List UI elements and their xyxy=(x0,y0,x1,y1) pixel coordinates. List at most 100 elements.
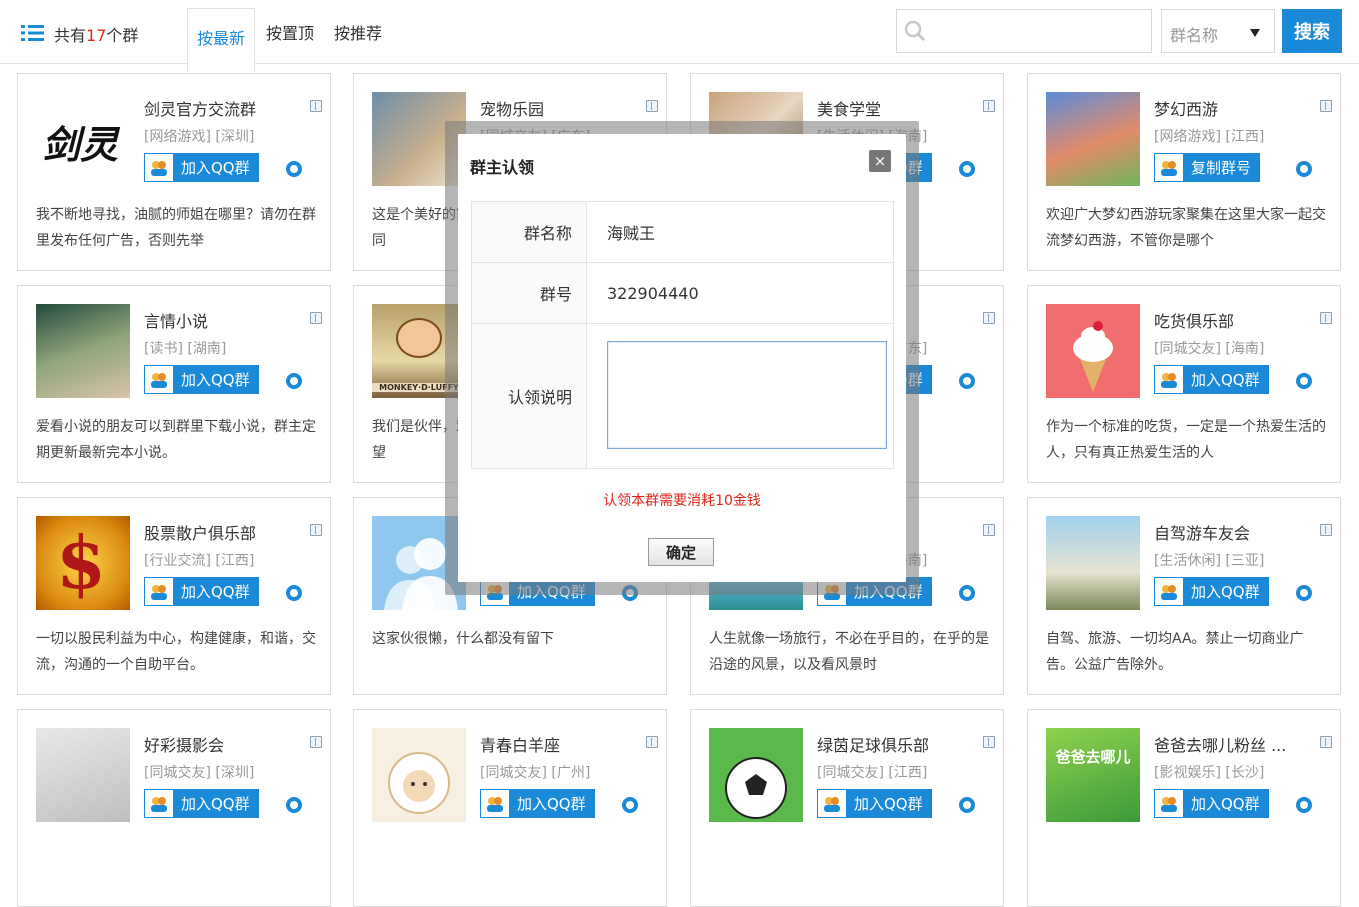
group-thumbnail[interactable] xyxy=(1046,516,1140,610)
info-icon[interactable] xyxy=(983,100,995,112)
group-card: 吃货俱乐部 [同城交友] [海南] 加入QQ群 作为一个标准的吃货，一定是一个热… xyxy=(1027,285,1341,483)
group-thumbnail[interactable] xyxy=(1046,304,1140,398)
favorite-icon[interactable] xyxy=(1296,585,1312,601)
group-card: 绿茵足球俱乐部 [同城交友] [江西] 加入QQ群 xyxy=(690,709,1004,907)
group-name[interactable]: 梦幻西游 xyxy=(1154,96,1218,120)
group-thumbnail[interactable] xyxy=(709,728,803,822)
search-field-select[interactable]: 群名称 xyxy=(1161,9,1275,53)
join-group-button[interactable]: 加入QQ群 xyxy=(144,789,259,818)
favorite-icon[interactable] xyxy=(286,797,302,813)
group-number-value: 322904440 xyxy=(586,262,894,324)
group-card: 爸爸去哪儿 爸爸去哪儿粉丝 ... [影视娱乐] [长沙] 加入QQ群 xyxy=(1027,709,1341,907)
info-icon[interactable] xyxy=(983,312,995,324)
search-button[interactable]: 搜索 xyxy=(1282,9,1342,53)
search-input[interactable] xyxy=(933,14,1143,48)
favorite-icon[interactable] xyxy=(286,585,302,601)
sort-tabs: 按最新 按置顶 按推荐 xyxy=(187,0,391,73)
group-thumbnail[interactable] xyxy=(372,728,466,822)
claim-group-dialog: 群主认领 × 群名称 海贼王 群号 322904440 认领说明 认领本群需要消… xyxy=(458,134,906,582)
group-name[interactable]: 绿茵足球俱乐部 xyxy=(817,732,929,756)
info-icon[interactable] xyxy=(310,736,322,748)
group-tags: [影视娱乐] [长沙] xyxy=(1154,765,1265,781)
tab-recommended[interactable]: 按推荐 xyxy=(325,0,391,64)
qq-group-icon xyxy=(1155,366,1183,393)
info-icon[interactable] xyxy=(1320,100,1332,112)
group-tags: [网络游戏] [深圳] xyxy=(144,129,255,145)
group-name[interactable]: 剑灵官方交流群 xyxy=(144,96,256,120)
group-thumbnail[interactable]: $ xyxy=(36,516,130,610)
favorite-icon[interactable] xyxy=(959,373,975,389)
list-icon xyxy=(21,25,44,41)
group-name[interactable]: 爸爸去哪儿粉丝 ... xyxy=(1154,732,1286,756)
favorite-icon[interactable] xyxy=(959,797,975,813)
confirm-button[interactable]: 确定 xyxy=(648,538,714,566)
info-icon[interactable] xyxy=(1320,312,1332,324)
favorite-icon[interactable] xyxy=(286,373,302,389)
join-button-label: 复制群号 xyxy=(1191,159,1252,177)
group-name[interactable]: 吃货俱乐部 xyxy=(1154,308,1234,332)
favorite-icon[interactable] xyxy=(286,161,302,177)
group-name[interactable]: 自驾游车友会 xyxy=(1154,520,1250,544)
tab-latest[interactable]: 按最新 xyxy=(187,8,256,73)
form-row-group-number: 群号 322904440 xyxy=(471,262,894,324)
group-number-label: 群号 xyxy=(471,262,587,324)
group-thumbnail[interactable] xyxy=(1046,92,1140,186)
join-group-button[interactable]: 加入QQ群 xyxy=(144,153,259,182)
favorite-icon[interactable] xyxy=(959,161,975,177)
join-group-button[interactable]: 加入QQ群 xyxy=(1154,789,1269,818)
info-icon[interactable] xyxy=(646,736,658,748)
close-icon[interactable]: × xyxy=(869,150,891,172)
group-tags: [行业交流] [江西] xyxy=(144,553,255,569)
group-thumbnail[interactable] xyxy=(36,728,130,822)
group-description: 欢迎广大梦幻西游玩家聚集在这里大家一起交流梦幻西游，不管你是哪个 xyxy=(1046,207,1326,249)
join-group-button[interactable]: 加入QQ群 xyxy=(144,577,259,606)
favorite-icon[interactable] xyxy=(959,585,975,601)
info-icon[interactable] xyxy=(310,100,322,112)
group-tags: [生活休闲] [三亚] xyxy=(1154,553,1265,569)
group-name[interactable]: 好彩摄影会 xyxy=(144,732,224,756)
join-button-label: 加入QQ群 xyxy=(1191,583,1260,601)
ice-cream-icon xyxy=(1073,321,1113,392)
qq-group-icon xyxy=(481,790,509,817)
form-row-group-name: 群名称 海贼王 xyxy=(471,201,894,263)
join-group-button[interactable]: 加入QQ群 xyxy=(1154,365,1269,394)
qq-group-icon xyxy=(1155,578,1183,605)
group-tags: [同城交友] [海南] xyxy=(1154,341,1265,357)
favorite-icon[interactable] xyxy=(1296,373,1312,389)
group-thumbnail[interactable]: 爸爸去哪儿 xyxy=(1046,728,1140,822)
group-card: 好彩摄影会 [同城交友] [深圳] 加入QQ群 xyxy=(17,709,331,907)
join-group-button[interactable]: 加入QQ群 xyxy=(144,365,259,394)
group-name[interactable]: 股票散户俱乐部 xyxy=(144,520,256,544)
tab-pinned[interactable]: 按置顶 xyxy=(257,0,323,64)
claim-note-textarea[interactable] xyxy=(607,340,887,449)
join-button-label: 加入QQ群 xyxy=(181,371,250,389)
join-group-button[interactable]: 加入QQ群 xyxy=(817,789,932,818)
group-name[interactable]: 言情小说 xyxy=(144,308,208,332)
info-icon[interactable] xyxy=(310,524,322,536)
favorite-icon[interactable] xyxy=(1296,161,1312,177)
group-card: 梦幻西游 [网络游戏] [江西] 复制群号 欢迎广大梦幻西游玩家聚集在这里大家一… xyxy=(1027,73,1341,271)
join-group-button[interactable]: 加入QQ群 xyxy=(480,789,595,818)
group-description xyxy=(36,838,318,890)
info-icon[interactable] xyxy=(1320,736,1332,748)
join-button-label: 加入QQ群 xyxy=(181,159,250,177)
info-icon[interactable] xyxy=(983,736,995,748)
group-name[interactable]: 美食学堂 xyxy=(817,96,881,120)
note-label: 认领说明 xyxy=(471,323,587,469)
favorite-icon[interactable] xyxy=(1296,797,1312,813)
info-icon[interactable] xyxy=(646,100,658,112)
group-description: 自驾、旅游、一切均AA。禁止一切商业广告。公益广告除外。 xyxy=(1046,631,1304,673)
count-prefix: 共有 xyxy=(54,26,87,45)
group-name[interactable]: 青春白羊座 xyxy=(480,732,560,756)
group-name[interactable]: 宠物乐园 xyxy=(480,96,544,120)
info-icon[interactable] xyxy=(310,312,322,324)
join-group-button[interactable]: 复制群号 xyxy=(1154,153,1261,182)
group-description: 一切以股民利益为中心，构建健康，和谐，交流，沟通的一个自助平台。 xyxy=(36,631,316,673)
join-group-button[interactable]: 加入QQ群 xyxy=(1154,577,1269,606)
group-thumbnail[interactable] xyxy=(36,304,130,398)
info-icon[interactable] xyxy=(1320,524,1332,536)
favorite-icon[interactable] xyxy=(622,797,638,813)
info-icon[interactable] xyxy=(983,524,995,536)
group-thumbnail[interactable]: 剑灵 xyxy=(36,92,130,186)
group-tags: [读书] [湖南] xyxy=(144,341,227,357)
